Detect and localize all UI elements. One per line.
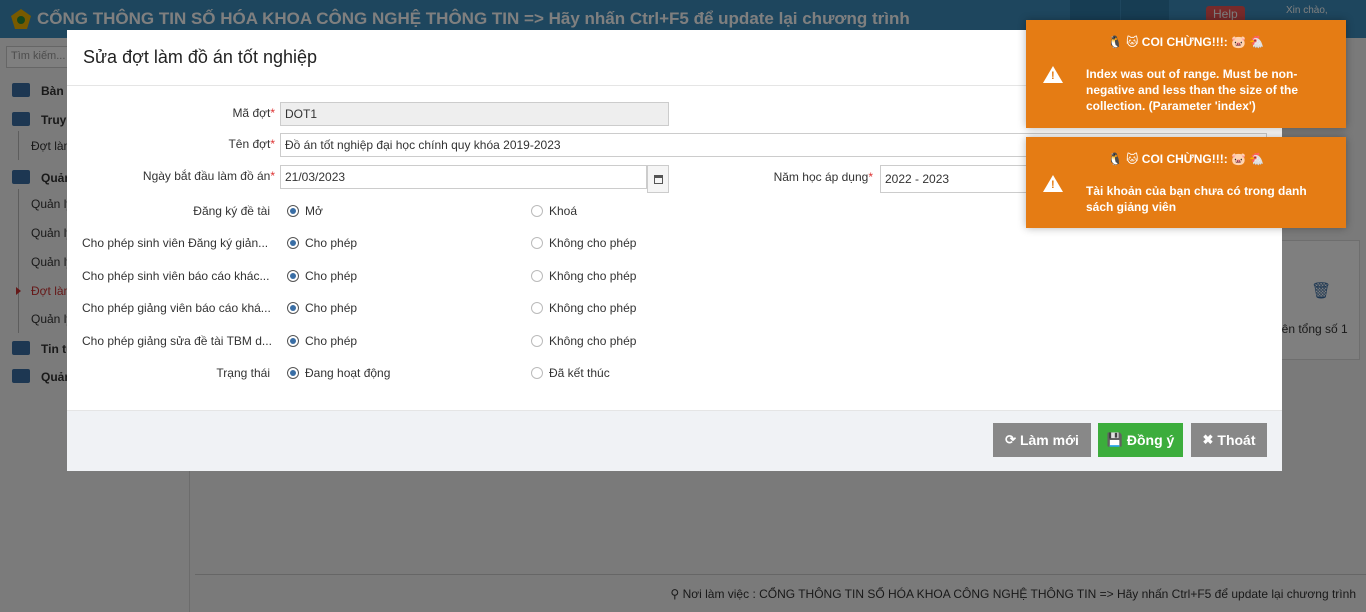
radio-option-1[interactable] bbox=[287, 237, 299, 249]
warning-icon bbox=[1043, 175, 1063, 192]
radio-option-1-label[interactable]: Cho phép bbox=[305, 334, 357, 348]
refresh-icon: ⟳ bbox=[1005, 432, 1016, 447]
ma-dot-field[interactable]: DOT1 bbox=[280, 102, 669, 126]
radio-option-2-label[interactable]: Không cho phép bbox=[549, 269, 636, 283]
radio-option-1-label[interactable]: Cho phép bbox=[305, 269, 357, 283]
radio-row-label: Cho phép giảng viên báo cáo khá... bbox=[82, 301, 271, 315]
toast-error[interactable]: 🐧 🐱 COI CHỪNG!!!: 🐷 🐔 Index was out of r… bbox=[1026, 20, 1346, 128]
radio-option-2[interactable] bbox=[531, 335, 543, 347]
radio-row-label: Trạng thái bbox=[216, 366, 270, 380]
radio-option-2[interactable] bbox=[531, 205, 543, 217]
radio-option-1[interactable] bbox=[287, 367, 299, 379]
radio-option-1-label[interactable]: Cho phép bbox=[305, 236, 357, 250]
radio-option-1[interactable] bbox=[287, 335, 299, 347]
radio-option-2[interactable] bbox=[531, 270, 543, 282]
nam-hoc-label: Năm học áp dụng* bbox=[773, 170, 873, 184]
radio-option-2-label[interactable]: Không cho phép bbox=[549, 301, 636, 315]
modal-title: Sửa đợt làm đồ án tốt nghiệp bbox=[83, 47, 317, 67]
toast-error[interactable]: 🐧 🐱 COI CHỪNG!!!: 🐷 🐔 Tài khoản của bạn … bbox=[1026, 137, 1346, 228]
toast-message: Index was out of range. Must be non-nega… bbox=[1086, 67, 1299, 113]
radio-option-1[interactable] bbox=[287, 302, 299, 314]
refresh-button[interactable]: ⟳ Làm mới bbox=[993, 423, 1091, 457]
radio-option-2[interactable] bbox=[531, 302, 543, 314]
toast-title: 🐧 🐱 COI CHỪNG!!!: 🐷 🐔 bbox=[1107, 152, 1265, 166]
radio-row-label: Cho phép giảng sửa đề tài TBM d... bbox=[82, 334, 272, 348]
ngay-bat-dau-label: Ngày bắt đầu làm đồ án* bbox=[142, 169, 275, 183]
radio-option-1[interactable] bbox=[287, 205, 299, 217]
radio-option-2[interactable] bbox=[531, 367, 543, 379]
toast-title: 🐧 🐱 COI CHỪNG!!!: 🐷 🐔 bbox=[1107, 35, 1265, 49]
toast-message: Tài khoản của bạn chưa có trong danh sác… bbox=[1086, 184, 1307, 214]
exit-button[interactable]: ✖ Thoát bbox=[1191, 423, 1267, 457]
ten-dot-label: Tên đợt* bbox=[228, 137, 275, 151]
radio-option-2[interactable] bbox=[531, 237, 543, 249]
radio-option-2-label[interactable]: Khoá bbox=[549, 204, 577, 218]
radio-option-1-label[interactable]: Mở bbox=[305, 204, 323, 218]
warning-icon bbox=[1043, 66, 1063, 83]
calendar-icon bbox=[654, 175, 663, 184]
ma-dot-label: Mã đợt* bbox=[232, 106, 275, 120]
close-icon: ✖ bbox=[1202, 432, 1214, 447]
radio-row-label: Cho phép sinh viên báo cáo khác... bbox=[82, 269, 270, 283]
radio-option-2-label[interactable]: Không cho phép bbox=[549, 334, 636, 348]
ngay-bat-dau-field[interactable]: 21/03/2023 bbox=[280, 165, 647, 189]
save-icon: 💾 bbox=[1106, 432, 1123, 447]
radio-row-label: Đăng ký đề tài bbox=[193, 204, 270, 218]
radio-option-2-label[interactable]: Đã kết thúc bbox=[549, 366, 610, 380]
radio-option-1-label[interactable]: Đang hoạt động bbox=[305, 366, 390, 380]
radio-option-2-label[interactable]: Không cho phép bbox=[549, 236, 636, 250]
radio-row-label: Cho phép sinh viên Đăng ký giản... bbox=[82, 236, 269, 250]
radio-option-1[interactable] bbox=[287, 270, 299, 282]
ok-button[interactable]: 💾 Đồng ý bbox=[1098, 423, 1183, 457]
date-picker-button[interactable] bbox=[647, 165, 669, 193]
radio-option-1-label[interactable]: Cho phép bbox=[305, 301, 357, 315]
